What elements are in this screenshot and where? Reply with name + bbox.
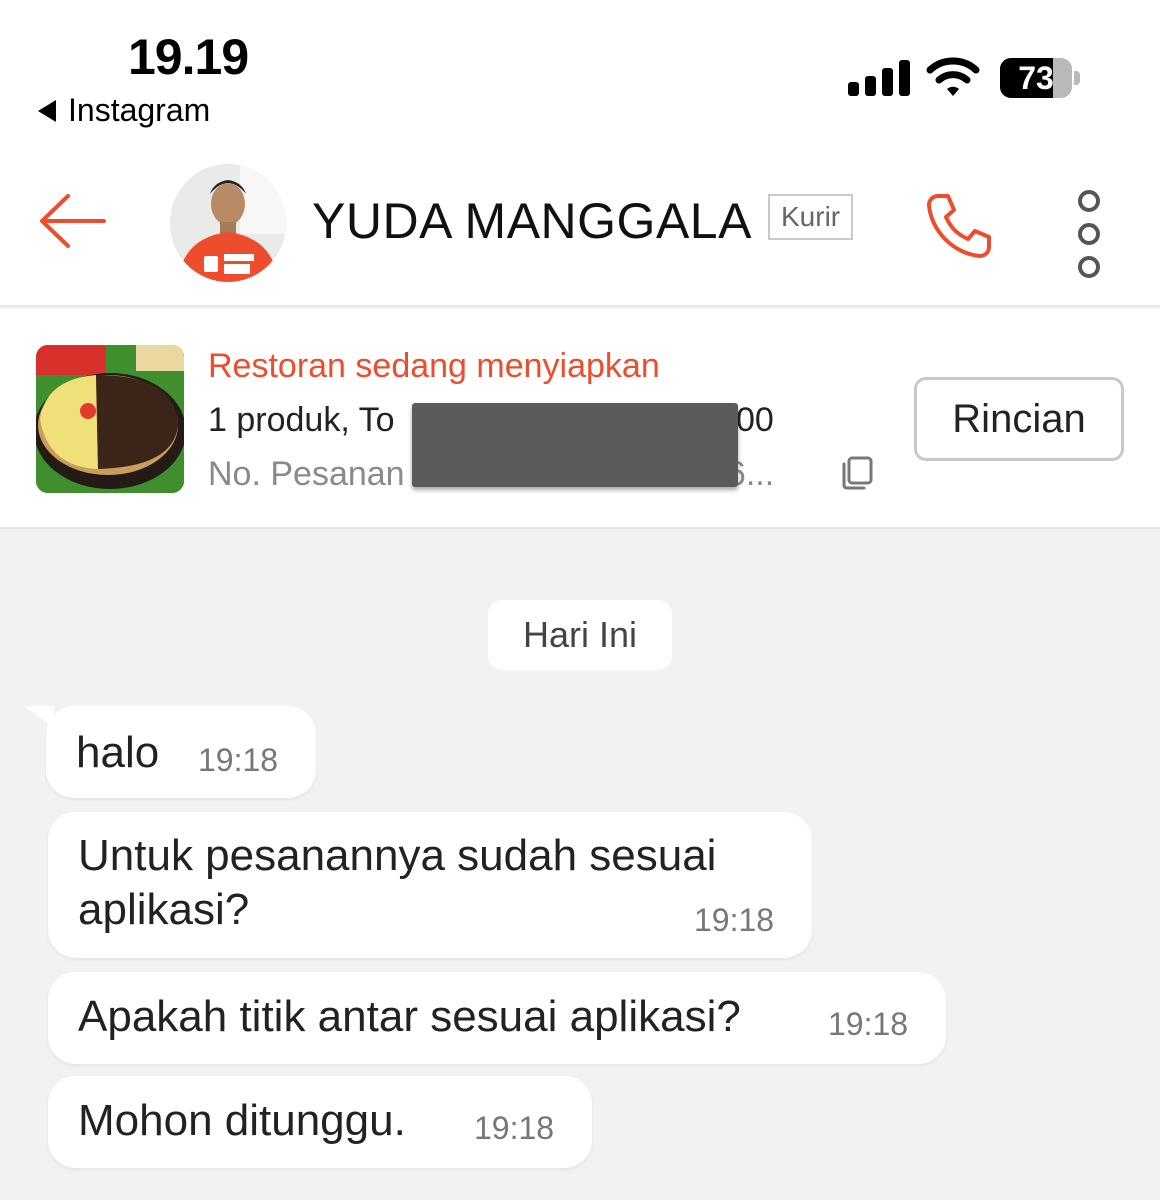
message-time: 19:18 <box>694 902 775 938</box>
back-arrow-icon[interactable] <box>36 190 108 252</box>
redaction-block <box>412 403 738 487</box>
message-bubble[interactable]: Apakah titik antar sesuai aplikasi? 19:1… <box>48 972 946 1064</box>
battery-percent: 73 <box>1018 60 1054 96</box>
order-number: No. Pesanan 46... <box>208 455 774 494</box>
phone-call-icon[interactable] <box>924 190 994 260</box>
food-thumbnail <box>36 345 184 493</box>
wifi-icon <box>926 57 980 96</box>
order-details-button[interactable]: Rincian <box>914 377 1124 461</box>
more-options-icon[interactable] <box>1078 190 1100 278</box>
back-app-label: Instagram <box>68 92 211 128</box>
order-total-tail: 00 <box>736 401 774 439</box>
order-summary: 1 produk, To 00 <box>208 401 774 440</box>
role-badge: Kurir <box>768 194 854 240</box>
message-bubble[interactable]: halo 19:18 <box>46 706 316 798</box>
battery-icon: 73 <box>1000 58 1080 98</box>
message-time: 19:18 <box>198 742 279 778</box>
chat-header: YUDA MANGGALA Kurir <box>0 150 1160 307</box>
courier-avatar[interactable] <box>170 164 286 282</box>
courier-photo <box>170 164 286 282</box>
message-text: Untuk pesanannya sudah sesuai aplikasi? <box>78 831 717 934</box>
date-separator: Hari Ini <box>488 600 672 670</box>
back-triangle-icon <box>38 99 56 122</box>
message-bubble[interactable]: Untuk pesanannya sudah sesuai aplikasi? … <box>48 812 812 958</box>
status-bar: 19.19 Instagram 73 <box>0 0 1160 150</box>
order-card[interactable]: Restoran sedang menyiapkan 1 produk, To … <box>0 309 1160 529</box>
order-number-label: No. Pesanan <box>208 455 405 493</box>
order-summary-text: 1 produk, To <box>208 401 395 439</box>
order-status: Restoran sedang menyiapkan <box>208 347 660 385</box>
back-to-app-link[interactable]: Instagram <box>38 92 210 129</box>
message-time: 19:18 <box>474 1110 555 1146</box>
message-bubble[interactable]: Mohon ditunggu. 19:18 <box>48 1076 592 1168</box>
message-text: Apakah titik antar sesuai aplikasi? <box>78 992 741 1041</box>
message-text: halo <box>76 728 160 777</box>
courier-name: YUDA MANGGALA <box>312 193 752 249</box>
message-time: 19:18 <box>828 1006 909 1042</box>
cellular-signal-icon <box>848 56 910 96</box>
message-text: Mohon ditunggu. <box>78 1096 406 1145</box>
copy-icon[interactable] <box>840 455 874 491</box>
status-time: 19.19 <box>128 29 249 85</box>
